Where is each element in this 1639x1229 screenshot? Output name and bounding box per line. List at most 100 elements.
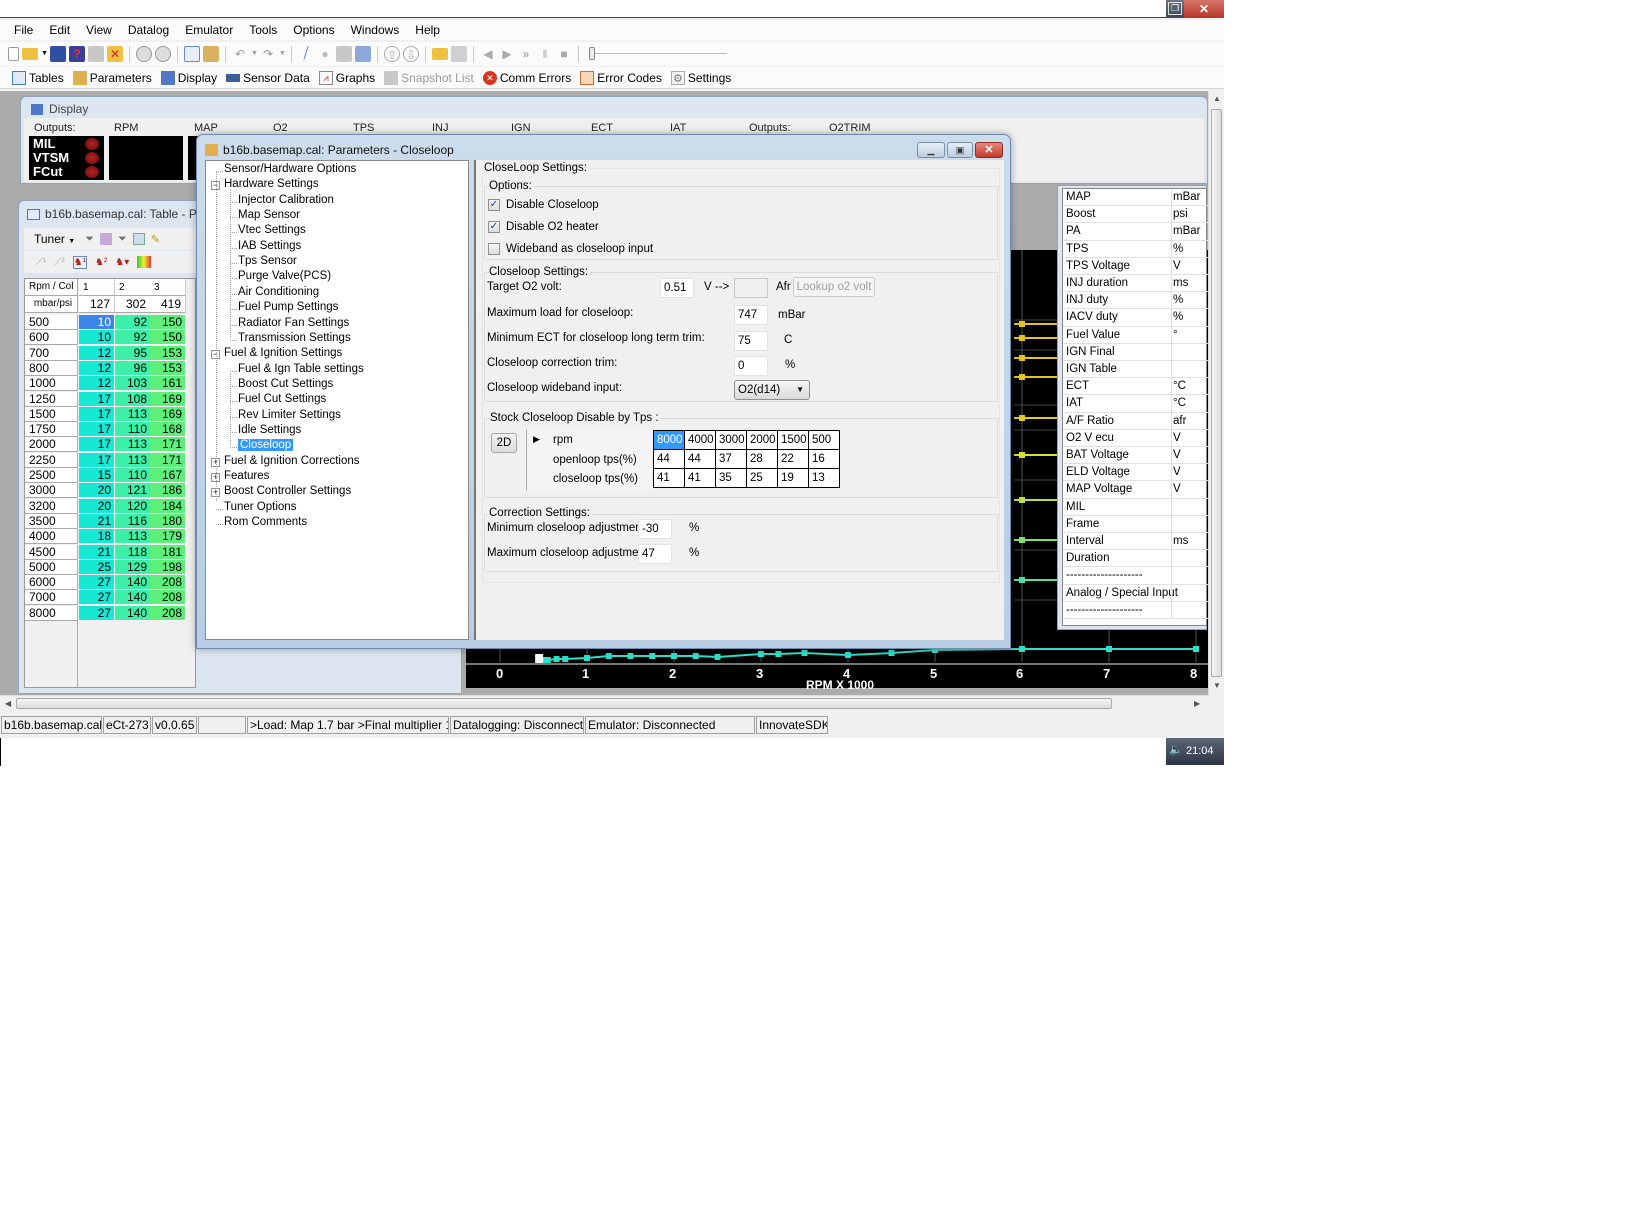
menu-emulator[interactable]: Emulator bbox=[177, 23, 241, 37]
tree-item[interactable]: Radiator Fan Settings bbox=[238, 317, 349, 329]
row-header[interactable]: 2250 bbox=[25, 452, 78, 468]
sensor-row[interactable]: TPS% bbox=[1063, 240, 1208, 258]
sensor-row[interactable]: Interval ms bbox=[1063, 533, 1208, 551]
wideband-input-select[interactable]: O2(d14) ▼ bbox=[734, 380, 810, 400]
table-cell[interactable]: 179 bbox=[150, 529, 186, 545]
sensor-row[interactable]: A/F Ratio afr bbox=[1063, 412, 1208, 430]
tables-button[interactable]: Tables bbox=[12, 70, 64, 85]
dialog-close-button[interactable]: ✕ bbox=[975, 142, 1003, 158]
tps-cell[interactable]: 25 bbox=[746, 468, 778, 488]
min-ect-input[interactable]: 75 bbox=[734, 331, 768, 351]
table-cell[interactable]: 17 bbox=[79, 437, 115, 453]
table-cell[interactable]: 181 bbox=[150, 544, 186, 560]
column-load[interactable]: 419 bbox=[150, 296, 186, 313]
sensor-row[interactable]: INJ duty% bbox=[1063, 292, 1208, 310]
menu-file[interactable]: File bbox=[6, 23, 41, 37]
menu-help[interactable]: Help bbox=[407, 23, 448, 37]
table-cell[interactable]: 153 bbox=[150, 360, 186, 376]
sensor-row[interactable]: IACV duty% bbox=[1063, 309, 1208, 327]
sensor-row[interactable]: -------------------- bbox=[1063, 567, 1208, 585]
tree-item[interactable]: Fuel & Ignition Settings bbox=[224, 347, 342, 359]
tree-item[interactable]: Air Conditioning bbox=[238, 286, 319, 298]
disable-closeloop-checkbox[interactable]: ✓ bbox=[488, 199, 500, 211]
compare-icon[interactable] bbox=[136, 46, 152, 62]
display-button[interactable]: Display bbox=[160, 70, 217, 85]
table-cell[interactable]: 17 bbox=[79, 422, 115, 438]
tree-item[interactable]: IAB Settings bbox=[238, 240, 301, 252]
table-cell[interactable]: 113 bbox=[115, 437, 151, 453]
table-cell[interactable]: 118 bbox=[115, 544, 151, 560]
tree-item[interactable]: Idle Settings bbox=[238, 424, 301, 436]
row-header[interactable]: 2000 bbox=[25, 437, 78, 453]
table-cell[interactable]: 27 bbox=[79, 590, 115, 606]
color-map-icon[interactable] bbox=[137, 256, 152, 268]
min-adjust-input[interactable]: -30 bbox=[638, 519, 672, 539]
table-cell[interactable]: 121 bbox=[115, 483, 151, 499]
menu-datalog[interactable]: Datalog bbox=[120, 23, 177, 37]
parameters-button[interactable]: Parameters bbox=[72, 70, 152, 85]
tree-item[interactable]: Boost Cut Settings bbox=[238, 378, 333, 390]
tree-item[interactable]: Purge Valve(PCS) bbox=[238, 270, 331, 282]
copy-icon[interactable] bbox=[184, 46, 200, 62]
table-cell[interactable]: 92 bbox=[115, 315, 151, 330]
maximize-button[interactable]: ▣ bbox=[947, 142, 973, 158]
column-index[interactable]: 2 bbox=[115, 279, 151, 296]
sensor-row[interactable]: Analog / Special Input bbox=[1063, 584, 1208, 602]
row-header[interactable]: 1250 bbox=[25, 391, 78, 407]
dropdown-arrow-icon[interactable]: ▼ bbox=[41, 46, 48, 62]
tps-cell[interactable]: 19 bbox=[777, 468, 809, 488]
close-button[interactable]: ✕ bbox=[1184, 0, 1224, 18]
table-cell[interactable]: 186 bbox=[150, 483, 186, 499]
table-cell[interactable]: 171 bbox=[150, 437, 186, 453]
disable-closeloop-label[interactable]: Disable Closeloop bbox=[506, 199, 599, 211]
sensor-row[interactable]: IAT °C bbox=[1063, 395, 1208, 413]
row-header[interactable]: 5000 bbox=[25, 559, 78, 575]
paste-icon[interactable] bbox=[203, 46, 219, 62]
table-cell[interactable]: 198 bbox=[150, 559, 186, 575]
speaker-icon[interactable]: 🔈 bbox=[1169, 743, 1183, 756]
row-header[interactable]: 2500 bbox=[25, 468, 78, 483]
sensor-row[interactable]: O2 V ecu V bbox=[1063, 429, 1208, 447]
table-cell[interactable]: 108 bbox=[115, 391, 151, 407]
disable-o2-heater-label[interactable]: Disable O2 heater bbox=[506, 221, 599, 233]
tps-cell[interactable]: 37 bbox=[715, 449, 747, 469]
sensor-row[interactable]: BAT Voltage V bbox=[1063, 447, 1208, 465]
table-cell[interactable]: 184 bbox=[150, 498, 186, 514]
row-header[interactable]: 6000 bbox=[25, 575, 78, 591]
sensor-row[interactable]: MAP Voltage V bbox=[1063, 481, 1208, 499]
slider-thumb[interactable] bbox=[589, 47, 595, 60]
table-cell[interactable]: 116 bbox=[115, 513, 151, 529]
redo-icon[interactable]: ↷ bbox=[260, 46, 276, 62]
tps-cell[interactable]: 44 bbox=[653, 449, 685, 469]
tps-cell[interactable]: 41 bbox=[653, 468, 685, 488]
dropdown-arrow-icon[interactable]: ▼ bbox=[251, 46, 258, 62]
scroll-up-icon[interactable]: ▲ bbox=[1213, 94, 1221, 103]
sensor-row[interactable]: -------------------- bbox=[1063, 601, 1208, 619]
row-header[interactable]: 500 bbox=[25, 315, 78, 330]
tree-item[interactable]: Injector Calibration bbox=[238, 194, 334, 206]
row-header[interactable]: 4000 bbox=[25, 529, 78, 545]
tps-cell[interactable]: 13 bbox=[808, 468, 840, 488]
snapshot-list-button[interactable]: Snapshot List bbox=[384, 70, 474, 85]
log-file-icon[interactable] bbox=[355, 46, 371, 62]
column-load[interactable]: 127 bbox=[79, 296, 115, 313]
scroll-down-icon[interactable]: ▼ bbox=[1213, 681, 1221, 690]
tree-item[interactable]: Boost Controller Settings bbox=[224, 485, 351, 497]
pencil-icon[interactable]: ✎ bbox=[151, 233, 160, 246]
table-cell[interactable]: 20 bbox=[79, 483, 115, 499]
clock[interactable]: 21:04 bbox=[1186, 745, 1214, 757]
table-cell[interactable]: 21 bbox=[79, 544, 115, 560]
table-cell[interactable]: 27 bbox=[79, 605, 115, 621]
restore-icon[interactable]: ❐ bbox=[1168, 2, 1182, 15]
sensor-row[interactable]: Fuel Value ° bbox=[1063, 326, 1208, 344]
settings-button[interactable]: ⚙ Settings bbox=[670, 70, 731, 85]
log-position-slider[interactable] bbox=[589, 47, 727, 61]
tree-item[interactable]: Transmission Settings bbox=[238, 332, 351, 344]
tree-item[interactable]: Fuel Cut Settings bbox=[238, 393, 326, 405]
tree-item[interactable]: Tuner Options bbox=[224, 501, 296, 513]
connect-icon[interactable]: ⧸ bbox=[298, 46, 314, 62]
table-cell[interactable]: 15 bbox=[79, 468, 115, 483]
table-cell[interactable]: 113 bbox=[115, 452, 151, 468]
tree-item[interactable]: Rev Limiter Settings bbox=[238, 409, 341, 421]
tree-item[interactable]: Rom Comments bbox=[224, 516, 307, 528]
